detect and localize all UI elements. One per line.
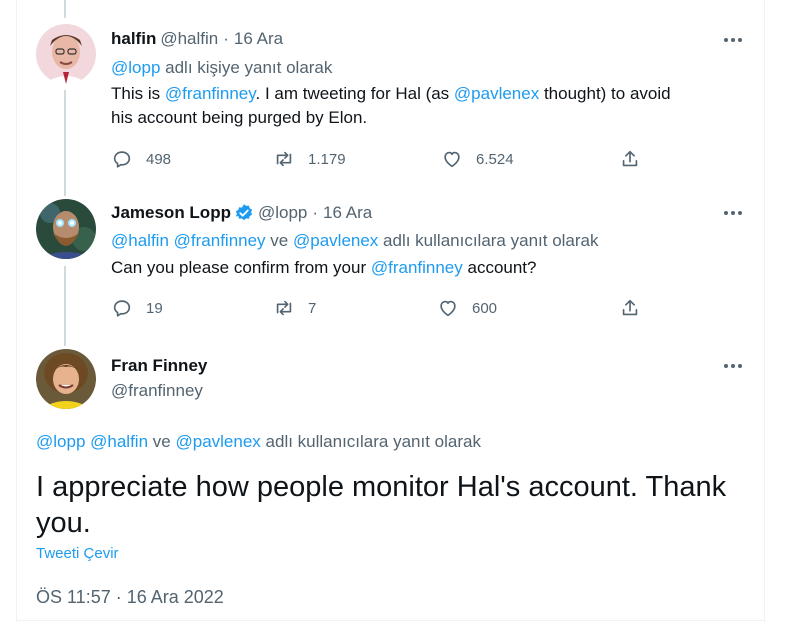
mention-link[interactable]: @franfinney bbox=[174, 231, 266, 250]
share-icon bbox=[622, 299, 638, 316]
avatar-image-halfin bbox=[36, 24, 96, 84]
thread-line bbox=[64, 90, 66, 196]
tweet-header: Jameson Lopp @lopp · 16 Ara bbox=[111, 203, 372, 223]
retweet-icon bbox=[276, 151, 292, 167]
share-button[interactable] bbox=[619, 297, 641, 319]
retweet-button[interactable]: 1.179 bbox=[273, 148, 441, 170]
replying-to-label: adlı kişiye yanıt olarak bbox=[165, 58, 333, 77]
retweet-count: 1.179 bbox=[308, 150, 346, 168]
separator: · bbox=[223, 29, 229, 48]
tweet-text: Can you please confirm from your @franfi… bbox=[111, 256, 731, 280]
avatar-image-franfinney bbox=[36, 349, 96, 409]
separator: · bbox=[312, 203, 319, 222]
avatar[interactable] bbox=[36, 349, 96, 409]
retweet-count: 7 bbox=[308, 299, 317, 317]
replying-to-label: adlı kullanıcılara yanıt olarak bbox=[265, 432, 481, 451]
author-handle-row: @franfinney bbox=[111, 381, 203, 401]
retweet-icon bbox=[276, 300, 292, 316]
tweet-date[interactable]: 16 Ara bbox=[234, 29, 283, 49]
like-button[interactable]: 6.524 bbox=[441, 148, 619, 170]
translate-tweet-link[interactable]: Tweeti Çevir bbox=[36, 545, 119, 562]
text-fragment: thought) to avoid bbox=[539, 84, 671, 103]
text-fragment: Can you please confirm from your bbox=[111, 258, 371, 277]
divider bbox=[16, 620, 765, 621]
thread-line bbox=[64, 266, 66, 346]
author-name[interactable]: Jameson Lopp bbox=[111, 203, 231, 223]
heart-icon bbox=[440, 300, 456, 317]
tweet-header: halfin @halfin · 16 Ara bbox=[111, 29, 283, 49]
text-fragment: account? bbox=[462, 258, 537, 277]
verified-badge-icon bbox=[235, 204, 253, 221]
mention-link[interactable]: @franfinney bbox=[371, 258, 463, 277]
focused-tweet-text: I appreciate how people monitor Hal's ac… bbox=[36, 471, 727, 539]
mention-link[interactable]: @halfin bbox=[111, 231, 169, 250]
replying-to: @lopp @halfin ve @pavlenex adlı kullanıc… bbox=[36, 432, 481, 452]
tweet-text: This is @franfinney. I am tweeting for H… bbox=[111, 82, 731, 130]
more-horizontal-icon bbox=[724, 211, 742, 215]
author-handle[interactable]: @franfinney bbox=[111, 381, 203, 401]
like-count: 600 bbox=[472, 299, 498, 317]
reply-button[interactable]: 498 bbox=[111, 148, 273, 170]
avatar[interactable] bbox=[36, 24, 96, 84]
avatar[interactable] bbox=[36, 199, 96, 259]
more-horizontal-icon bbox=[724, 364, 742, 368]
more-horizontal-icon bbox=[724, 38, 742, 42]
replying-to: @lopp adlı kişiye yanıt olarak bbox=[111, 58, 332, 78]
thread-line bbox=[64, 0, 66, 18]
replying-joiner: ve bbox=[270, 231, 289, 250]
more-options-button[interactable] bbox=[721, 201, 745, 225]
text-fragment: This is bbox=[111, 84, 165, 103]
author-name[interactable]: Fran Finney bbox=[111, 356, 207, 376]
replying-to-label: adlı kullanıcılara yanıt olarak bbox=[383, 231, 599, 250]
more-options-button[interactable] bbox=[721, 354, 745, 378]
reply-icon bbox=[113, 151, 131, 168]
tweet-date[interactable]: 16 Ara bbox=[323, 203, 372, 223]
mention-link[interactable]: @pavlenex bbox=[454, 84, 539, 103]
author-handle[interactable]: @halfin bbox=[160, 29, 218, 49]
reply-icon bbox=[113, 300, 131, 317]
heart-icon bbox=[444, 151, 460, 168]
text-fragment: . I am tweeting for Hal (as bbox=[255, 84, 454, 103]
avatar-image-lopp bbox=[36, 199, 96, 259]
mention-link[interactable]: @pavlenex bbox=[175, 432, 260, 451]
mention-link[interactable]: @franfinney bbox=[165, 84, 256, 103]
tweet-text-line: his account being purged by Elon. bbox=[111, 108, 368, 127]
like-count: 6.524 bbox=[476, 150, 514, 168]
like-button[interactable]: 600 bbox=[437, 297, 619, 319]
mention-link[interactable]: @lopp bbox=[111, 58, 160, 77]
share-button[interactable] bbox=[619, 148, 641, 170]
tweet-actions: 498 1.179 6.524 bbox=[111, 148, 641, 170]
replying-joiner: ve bbox=[152, 432, 171, 451]
share-icon bbox=[622, 150, 638, 167]
mention-link[interactable]: @lopp bbox=[36, 432, 85, 451]
more-options-button[interactable] bbox=[721, 28, 745, 52]
tweet-actions: 19 7 600 bbox=[111, 297, 641, 319]
tweet-header: Fran Finney bbox=[111, 356, 207, 376]
reply-count: 498 bbox=[146, 150, 172, 168]
reply-button[interactable]: 19 bbox=[111, 297, 273, 319]
mention-link[interactable]: @pavlenex bbox=[293, 231, 378, 250]
replying-to: @halfin @franfinney ve @pavlenex adlı ku… bbox=[111, 231, 599, 251]
retweet-button[interactable]: 7 bbox=[273, 297, 437, 319]
tweet-timestamp[interactable]: ÖS 11:57 · 16 Ara 2022 bbox=[36, 587, 224, 608]
author-name[interactable]: halfin bbox=[111, 29, 156, 49]
author-handle[interactable]: @lopp bbox=[258, 203, 307, 223]
tweet-text-line: This is @franfinney. I am tweeting for H… bbox=[111, 82, 731, 106]
mention-link[interactable]: @halfin bbox=[90, 432, 148, 451]
reply-count: 19 bbox=[146, 299, 163, 317]
